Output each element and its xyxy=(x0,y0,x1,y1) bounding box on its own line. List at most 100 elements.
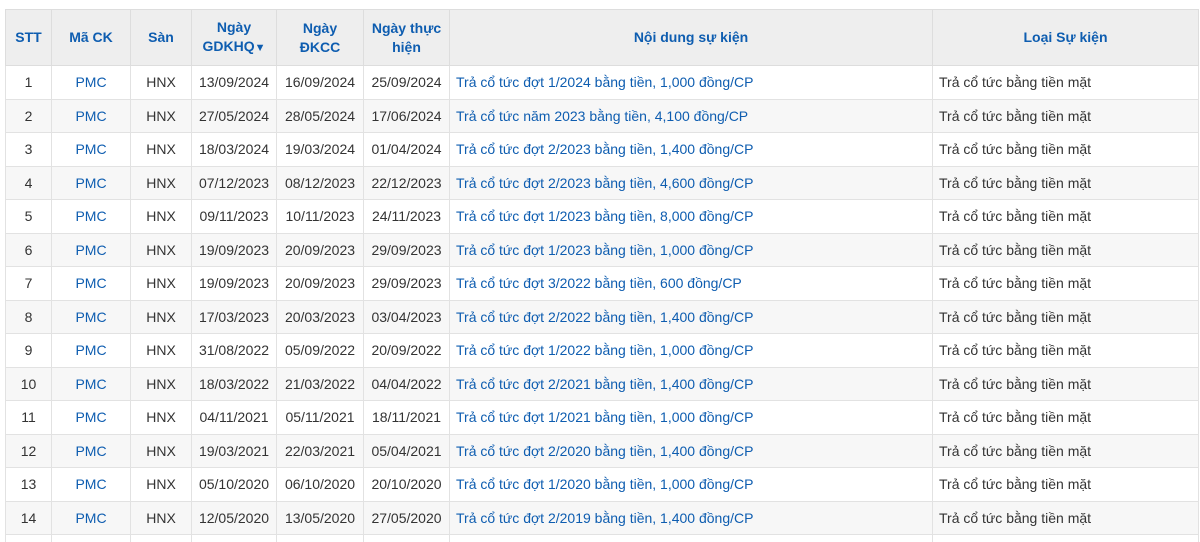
header-san: Sàn xyxy=(130,9,192,66)
cell-ngay-thuc-hien: 05/04/2021 xyxy=(363,433,450,468)
cell-noi-dung-link[interactable]: Trả cổ tức đợt 1/2022 bằng tiền, 1,000 đ… xyxy=(449,333,933,368)
cell-san: HNX xyxy=(130,132,192,167)
table-row: 12 PMC HNX 19/03/2021 22/03/2021 05/04/2… xyxy=(5,433,1199,468)
cell-loai: Trả cổ tức bằng tiền mặt xyxy=(932,433,1199,468)
table-row: 8 PMC HNX 17/03/2023 20/03/2023 03/04/20… xyxy=(5,299,1199,334)
header-ngay-dkcc: Ngày ĐKCC xyxy=(276,9,364,66)
cell-noi-dung-link[interactable]: Trả cổ tức đợt 1/2024 bằng tiền, 1,000 đ… xyxy=(449,65,933,100)
cell-loai: Trả cổ tức bằng tiền mặt xyxy=(932,400,1199,435)
cell-ngay-gdkhq: 12/05/2020 xyxy=(191,500,277,535)
cell-san: HNX xyxy=(130,366,192,401)
table-row: 14 PMC HNX 12/05/2020 13/05/2020 27/05/2… xyxy=(5,500,1199,535)
cell-san: HNX xyxy=(130,199,192,234)
cell-ma-ck-link[interactable]: PMC xyxy=(51,98,131,133)
cell-noi-dung-link[interactable]: Trả cổ tức đợt 1/2023 bằng tiền, 1,000 đ… xyxy=(449,232,933,267)
table-row: 3 PMC HNX 18/03/2024 19/03/2024 01/04/20… xyxy=(5,132,1199,167)
cell-ma-ck-link[interactable]: PMC xyxy=(51,467,131,502)
cell-noi-dung-link[interactable]: Trả cổ tức đợt 1/2023 bằng tiền, 8,000 đ… xyxy=(449,199,933,234)
cell-ngay-dkcc: 05/09/2022 xyxy=(276,333,364,368)
cell-stt: 4 xyxy=(5,165,52,200)
cell-ngay-thuc-hien: 01/04/2024 xyxy=(363,132,450,167)
table-row: 1 PMC HNX 13/09/2024 16/09/2024 25/09/20… xyxy=(5,65,1199,100)
cell-noi-dung-link[interactable]: Trả cổ tức đợt 2/2022 bằng tiền, 1,400 đ… xyxy=(449,299,933,334)
cell-ma-ck-link[interactable]: PMC xyxy=(51,299,131,334)
cell-loai: Trả cổ tức bằng tiền mặt xyxy=(932,199,1199,234)
cell-stt: 2 xyxy=(5,98,52,133)
cell-ngay-thuc-hien: 04/04/2022 xyxy=(363,366,450,401)
cell-ngay-dkcc: 20/09/2023 xyxy=(276,266,364,301)
cell-ngay-dkcc: 08/12/2023 xyxy=(276,165,364,200)
header-ngay-dkcc-line2: ĐKCC xyxy=(299,38,341,55)
cell-ma-ck-link[interactable]: PMC xyxy=(51,132,131,167)
table-header: STT Mã CK Sàn Ngày GDKHQ▼ Ngày ĐKCC Ngày… xyxy=(5,9,1199,66)
cell-ngay-gdkhq: 19/03/2021 xyxy=(191,433,277,468)
header-loai: Loại Sự kiện xyxy=(932,9,1199,66)
cell-san: HNX xyxy=(130,299,192,334)
cell-ngay-thuc-hien: 29/09/2023 xyxy=(363,266,450,301)
cell-ma-ck-link[interactable]: PMC xyxy=(51,400,131,435)
table-body: 1 PMC HNX 13/09/2024 16/09/2024 25/09/20… xyxy=(5,65,1199,542)
cell-ma-ck-link[interactable] xyxy=(51,534,131,542)
cell-ngay-gdkhq: 19/09/2023 xyxy=(191,266,277,301)
header-ngay-gdkhq-line2: GDKHQ xyxy=(202,37,255,54)
cell-san xyxy=(130,534,192,542)
cell-loai: Trả cổ tức bằng tiền mặt xyxy=(932,500,1199,535)
header-noi-dung-label: Nội dung sự kiện xyxy=(633,29,749,45)
cell-noi-dung-link[interactable]: Trả cổ tức đợt 2/2023 bằng tiền, 1,400 đ… xyxy=(449,132,933,167)
cell-ma-ck-link[interactable]: PMC xyxy=(51,366,131,401)
header-ma-ck-label: Mã CK xyxy=(69,29,113,45)
table-row: 13 PMC HNX 05/10/2020 06/10/2020 20/10/2… xyxy=(5,467,1199,502)
cell-ma-ck-link[interactable]: PMC xyxy=(51,266,131,301)
table-row: 4 PMC HNX 07/12/2023 08/12/2023 22/12/20… xyxy=(5,165,1199,200)
cell-stt: 1 xyxy=(5,65,52,100)
events-page: STT Mã CK Sàn Ngày GDKHQ▼ Ngày ĐKCC Ngày… xyxy=(0,0,1200,542)
table-row: 6 PMC HNX 19/09/2023 20/09/2023 29/09/20… xyxy=(5,232,1199,267)
cell-noi-dung-link[interactable]: Trả cổ tức đợt 2/2021 bằng tiền, 1,400 đ… xyxy=(449,366,933,401)
header-ma-ck: Mã CK xyxy=(51,9,131,66)
header-ngay-gdkhq[interactable]: Ngày GDKHQ▼ xyxy=(191,9,277,66)
cell-san: HNX xyxy=(130,500,192,535)
cell-stt: 9 xyxy=(5,333,52,368)
cell-stt: 10 xyxy=(5,366,52,401)
cell-noi-dung-link[interactable]: Trả cổ tức đợt 2/2019 bằng tiền, 1,400 đ… xyxy=(449,500,933,535)
events-table: STT Mã CK Sàn Ngày GDKHQ▼ Ngày ĐKCC Ngày… xyxy=(5,9,1199,542)
cell-ma-ck-link[interactable]: PMC xyxy=(51,500,131,535)
cell-ngay-dkcc: 05/11/2021 xyxy=(276,400,364,435)
cell-ngay-gdkhq: 07/12/2023 xyxy=(191,165,277,200)
table-row: 5 PMC HNX 09/11/2023 10/11/2023 24/11/20… xyxy=(5,199,1199,234)
header-san-label: Sàn xyxy=(148,29,174,45)
cell-ngay-gdkhq: 18/03/2022 xyxy=(191,366,277,401)
cell-ma-ck-link[interactable]: PMC xyxy=(51,199,131,234)
cell-ngay-gdkhq: 19/09/2023 xyxy=(191,232,277,267)
cell-ngay-thuc-hien: 29/09/2023 xyxy=(363,232,450,267)
cell-ma-ck-link[interactable]: PMC xyxy=(51,65,131,100)
cell-ngay-gdkhq: 04/11/2021 xyxy=(191,400,277,435)
cell-noi-dung-link[interactable]: Trả cổ tức đợt 1/2021 bằng tiền, 1,000 đ… xyxy=(449,400,933,435)
header-stt: STT xyxy=(5,9,52,66)
cell-ma-ck-link[interactable]: PMC xyxy=(51,165,131,200)
cell-ngay-dkcc: 20/09/2023 xyxy=(276,232,364,267)
header-ngay-dkcc-line1: Ngày xyxy=(302,19,338,36)
cell-noi-dung-link[interactable]: Trả cổ tức đợt 2/2023 bằng tiền, 4,600 đ… xyxy=(449,165,933,200)
header-stt-label: STT xyxy=(15,29,42,45)
cell-ngay-gdkhq: 05/10/2020 xyxy=(191,467,277,502)
cell-noi-dung-link[interactable]: Trả cổ tức đợt 1/2020 bằng tiền, 1,000 đ… xyxy=(449,467,933,502)
cell-ma-ck-link[interactable]: PMC xyxy=(51,232,131,267)
cell-noi-dung-link[interactable]: Trả cổ tức đợt 2/2020 bằng tiền, 1,400 đ… xyxy=(449,433,933,468)
cell-ngay-gdkhq: 27/05/2024 xyxy=(191,98,277,133)
cell-ngay-thuc-hien: 25/09/2024 xyxy=(363,65,450,100)
cell-stt: 6 xyxy=(5,232,52,267)
sort-desc-icon[interactable]: ▼ xyxy=(255,42,266,54)
cell-san: HNX xyxy=(130,333,192,368)
cell-ngay-dkcc: 19/03/2024 xyxy=(276,132,364,167)
header-ngay-gdkhq-line1: Ngày xyxy=(216,18,252,35)
cell-noi-dung-link[interactable] xyxy=(449,534,933,542)
cell-ngay-gdkhq: 18/03/2024 xyxy=(191,132,277,167)
cell-noi-dung-link[interactable]: Trả cổ tức đợt 3/2022 bằng tiền, 600 đồn… xyxy=(449,266,933,301)
cell-ngay-thuc-hien: 24/11/2023 xyxy=(363,199,450,234)
cell-ma-ck-link[interactable]: PMC xyxy=(51,433,131,468)
cell-noi-dung-link[interactable]: Trả cổ tức năm 2023 bằng tiền, 4,100 đồn… xyxy=(449,98,933,133)
cell-ngay-dkcc xyxy=(276,534,364,542)
cell-ma-ck-link[interactable]: PMC xyxy=(51,333,131,368)
header-noi-dung: Nội dung sự kiện xyxy=(449,9,933,66)
